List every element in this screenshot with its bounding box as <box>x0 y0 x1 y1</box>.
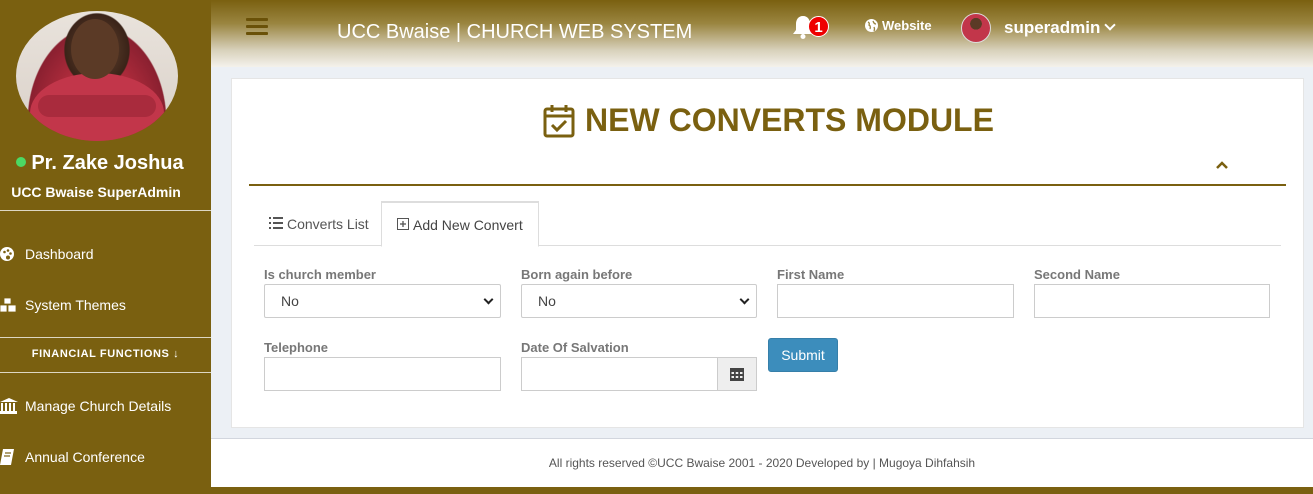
profile-avatar <box>16 11 178 141</box>
user-name: Pr. Zake Joshua <box>0 152 200 175</box>
tab-add-new-convert[interactable]: Add New Convert <box>381 201 539 247</box>
menu-toggle-icon[interactable] <box>246 18 268 35</box>
sidebar-item-manage-church-details[interactable]: Manage Church Details <box>0 391 211 421</box>
date-of-salvation-input[interactable] <box>521 357 718 391</box>
module-title: NEW CONVERTS MODULE <box>232 102 1305 139</box>
tab-bar: Converts List Add New Convert <box>254 201 1281 247</box>
bottom-strip <box>211 487 1313 494</box>
calendar-check-icon <box>543 104 575 137</box>
sidebar-item-label: Annual Conference <box>25 449 145 465</box>
module-title-text: NEW CONVERTS MODULE <box>585 102 994 138</box>
online-status-icon <box>16 156 27 167</box>
title-divider <box>249 184 1286 186</box>
tab-label: Add New Convert <box>413 216 523 233</box>
module-box: NEW CONVERTS MODULE Converts List Add Ne… <box>231 78 1304 428</box>
user-name-text: Pr. Zake Joshua <box>31 152 184 174</box>
website-link[interactable]: Website <box>865 18 932 33</box>
submit-button[interactable]: Submit <box>768 338 838 372</box>
calendar-icon[interactable] <box>717 357 757 391</box>
sidebar-divider <box>0 210 211 211</box>
palette-icon <box>0 246 25 262</box>
plus-square-icon <box>397 217 409 233</box>
app-title: UCC Bwaise | CHURCH WEB SYSTEM <box>337 21 693 43</box>
chevron-down-icon <box>1104 19 1117 31</box>
second-name-input[interactable] <box>1034 284 1270 318</box>
institution-icon <box>0 398 25 414</box>
sidebar-item-dashboard[interactable]: Dashboard <box>0 239 211 269</box>
sidebar-divider <box>0 337 211 338</box>
list-icon <box>269 216 283 232</box>
sidebar-section-financial[interactable]: FINANCIAL FUNCTIONS ↓ <box>0 348 211 360</box>
sidebar-item-annual-conference[interactable]: Annual Conference <box>0 442 211 472</box>
notification-badge: 1 <box>808 16 829 37</box>
first-name-label: First Name <box>777 267 845 282</box>
telephone-input[interactable] <box>264 357 501 391</box>
first-name-input[interactable] <box>777 284 1014 318</box>
sidebar-item-label: Manage Church Details <box>25 398 172 414</box>
username: superadmin <box>1004 18 1101 37</box>
chevron-up-icon[interactable] <box>1214 157 1230 173</box>
globe-icon <box>865 19 878 32</box>
is-church-member-select[interactable]: No <box>264 284 501 318</box>
born-again-label: Born again before <box>521 267 633 282</box>
website-link-label: Website <box>882 18 932 33</box>
chevron-down-icon <box>483 294 494 305</box>
select-value: No <box>538 293 556 309</box>
sidebar: Pr. Zake Joshua UCC Bwaise SuperAdmin Da… <box>0 0 211 494</box>
born-again-select[interactable]: No <box>521 284 757 318</box>
sidebar-item-system-themes[interactable]: System Themes <box>0 290 211 320</box>
chevron-down-icon <box>739 294 750 305</box>
tab-label: Converts List <box>287 215 369 232</box>
second-name-label: Second Name <box>1034 267 1120 282</box>
sidebar-divider <box>0 372 211 373</box>
user-menu-dropdown[interactable]: superadmin <box>961 13 1117 43</box>
cubes-icon <box>0 297 25 313</box>
select-value: No <box>281 293 299 309</box>
sidebar-item-label: Dashboard <box>25 246 94 262</box>
user-avatar <box>961 13 991 43</box>
user-role: UCC Bwaise SuperAdmin <box>11 184 181 200</box>
book-icon <box>0 449 25 465</box>
footer: All rights reserved ©UCC Bwaise 2001 - 2… <box>211 438 1313 487</box>
sidebar-item-label: System Themes <box>25 297 126 313</box>
date-of-salvation-label: Date Of Salvation <box>521 340 629 355</box>
telephone-label: Telephone <box>264 340 329 355</box>
footer-text: All rights reserved ©UCC Bwaise 2001 - 2… <box>548 456 976 470</box>
is-church-member-label: Is church member <box>264 267 376 282</box>
tab-converts-list[interactable]: Converts List <box>254 201 384 246</box>
top-header: UCC Bwaise | CHURCH WEB SYSTEM 1 Website… <box>211 0 1313 67</box>
